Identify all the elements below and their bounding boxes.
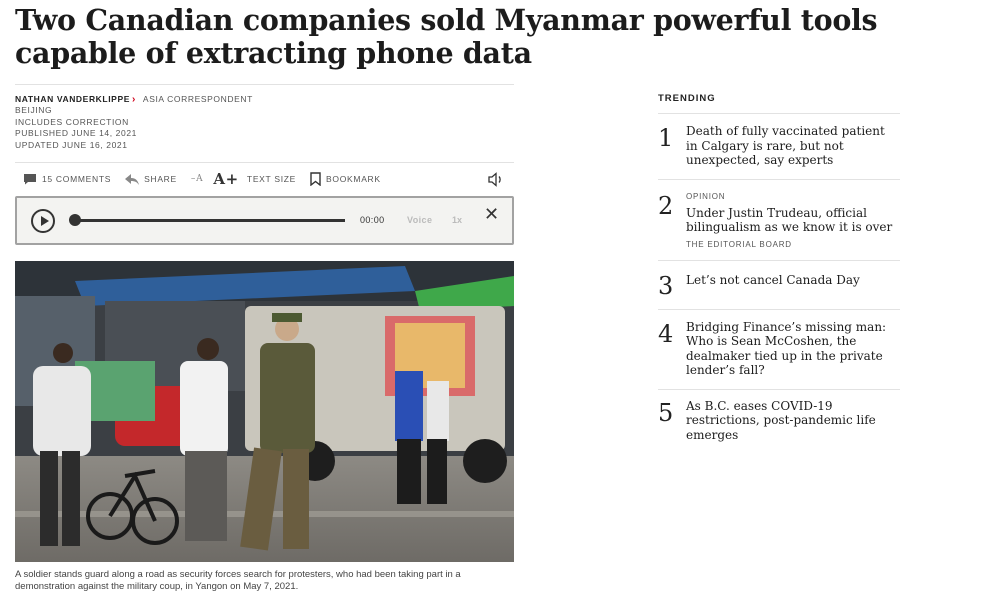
trending-item[interactable]: 4 Bridging Finance’s missing man: Who is…: [658, 310, 900, 390]
dateline-location: BEIJING: [15, 105, 53, 115]
share-label: SHARE: [144, 174, 177, 184]
correction-note: INCLUDES CORRECTION: [15, 116, 129, 127]
trending-rank: 2: [658, 191, 674, 220]
audio-progress-track[interactable]: [75, 219, 345, 222]
playback-speed-button[interactable]: 1x: [452, 215, 462, 225]
photo-scene: [15, 261, 514, 562]
comment-icon: [24, 174, 36, 185]
trending-item[interactable]: 2 OPINION Under Justin Trudeau, official…: [658, 180, 900, 261]
audio-player: 00:00 Voice 1x ✕: [15, 196, 514, 245]
trending-headline-link[interactable]: Death of fully vaccinated patient in Cal…: [686, 124, 900, 168]
trending-rank: 5: [658, 398, 674, 427]
article-photo: [15, 261, 514, 562]
trending-rank: 1: [658, 124, 674, 152]
share-icon: [125, 173, 140, 185]
article-toolbar: 15 COMMENTS SHARE –A A+ TEXT SIZE BOOKMA…: [15, 162, 514, 195]
audio-scrubber-handle[interactable]: [69, 214, 81, 226]
trending-item[interactable]: 1 Death of fully vaccinated patient in C…: [658, 114, 900, 180]
trending-author: THE EDITORIAL BOARD: [686, 239, 792, 249]
play-button[interactable]: [31, 209, 55, 233]
bookmark-label: BOOKMARK: [326, 174, 381, 184]
comments-label: 15 COMMENTS: [42, 174, 112, 184]
trending-headline-link[interactable]: Under Justin Trudeau, official bilingual…: [686, 206, 900, 235]
article-headline: Two Canadian companies sold Myanmar powe…: [15, 3, 878, 70]
trending-title: TRENDING: [658, 93, 900, 114]
trending-sidebar: TRENDING 1 Death of fully vaccinated pat…: [658, 93, 900, 451]
close-icon[interactable]: ✕: [484, 204, 499, 225]
share-button[interactable]: SHARE: [125, 173, 177, 185]
trending-headline-link[interactable]: Let’s not cancel Canada Day: [686, 273, 900, 288]
text-size-label: TEXT SIZE: [246, 174, 297, 184]
trending-headline-link[interactable]: Bridging Finance’s missing man: Who is S…: [686, 320, 900, 378]
trending-rank: 3: [658, 271, 674, 300]
published-date: PUBLISHED JUNE 14, 2021: [15, 128, 137, 138]
audio-time: 00:00: [360, 215, 385, 225]
byline: NATHAN VANDERKLIPPE › ASIA CORRESPONDENT…: [15, 84, 514, 151]
updated-date: UPDATED JUNE 16, 2021: [15, 139, 128, 150]
author-role: ASIA CORRESPONDENT: [142, 94, 253, 104]
bookmark-icon: [310, 172, 321, 186]
trending-item[interactable]: 5 As B.C. eases COVID-19 restrictions, p…: [658, 390, 900, 452]
trending-kicker: OPINION: [686, 191, 726, 201]
comments-button[interactable]: 15 COMMENTS: [23, 173, 111, 185]
chevron-right-icon[interactable]: ›: [132, 94, 136, 105]
trending-headline-link[interactable]: As B.C. eases COVID-19 restrictions, pos…: [686, 399, 900, 443]
speaker-icon[interactable]: [488, 172, 504, 187]
voice-button[interactable]: Voice: [407, 215, 432, 225]
text-size-increase-button[interactable]: A+: [213, 170, 239, 188]
text-size-decrease-button[interactable]: –A: [191, 174, 203, 184]
bookmark-button[interactable]: BOOKMARK: [310, 172, 381, 186]
trending-item[interactable]: 3 Let’s not cancel Canada Day: [658, 261, 900, 310]
trending-rank: 4: [658, 319, 674, 348]
author-link[interactable]: NATHAN VANDERKLIPPE: [15, 94, 130, 105]
photo-caption: A soldier stands guard along a road as s…: [15, 569, 461, 592]
